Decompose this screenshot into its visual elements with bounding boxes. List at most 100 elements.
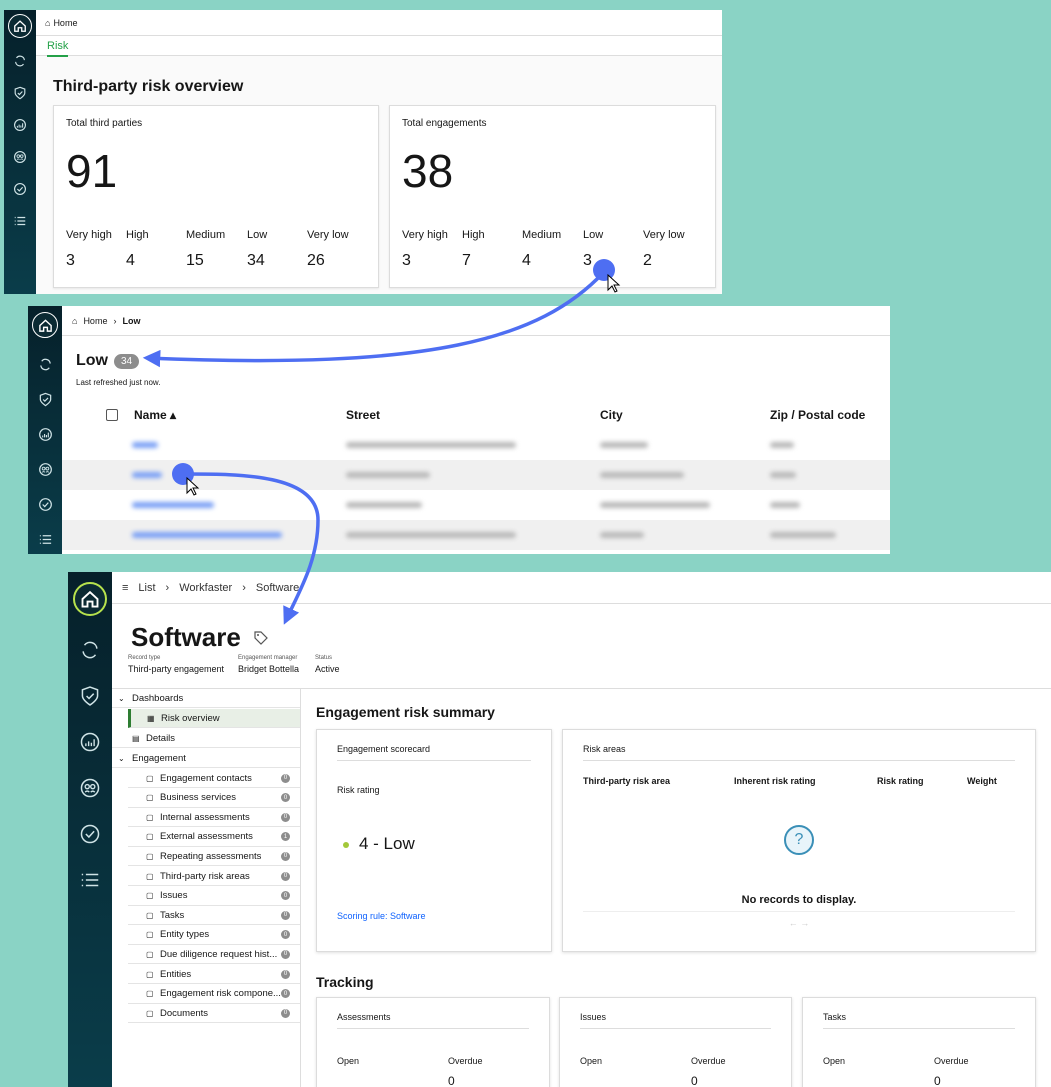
- column-name[interactable]: Name ▴: [134, 408, 176, 422]
- shield-icon[interactable]: [36, 390, 54, 408]
- home-button[interactable]: [32, 312, 58, 338]
- nav-item-details[interactable]: ▤ Details: [112, 729, 300, 748]
- scoring-rule-link[interactable]: Scoring rule: Software: [337, 911, 426, 921]
- open-label: Open: [580, 1056, 603, 1066]
- breadcrumb-list[interactable]: List: [138, 582, 155, 594]
- refresh-icon[interactable]: [11, 52, 29, 70]
- blurred-name[interactable]: [132, 442, 158, 448]
- tracking-tasks-card[interactable]: Tasks Open Overdue 0: [802, 997, 1036, 1087]
- pager-arrows[interactable]: ← →: [563, 918, 1035, 928]
- nav-rail: [4, 10, 36, 294]
- blurred-name[interactable]: [132, 502, 214, 508]
- level-label: Low: [583, 229, 604, 241]
- list-icon[interactable]: [36, 530, 54, 548]
- analytics-icon[interactable]: [36, 425, 54, 443]
- refresh-icon[interactable]: [36, 355, 54, 373]
- table-row[interactable]: [62, 430, 890, 460]
- nav-item-third-party-risk-areas[interactable]: ▢ Third-party risk areas 0: [128, 867, 300, 886]
- nav-item-repeating-assessments[interactable]: ▢ Repeating assessments 0: [128, 847, 300, 867]
- home-button[interactable]: [8, 14, 32, 38]
- shield-icon[interactable]: [11, 84, 29, 102]
- third-party-icon[interactable]: [78, 776, 102, 800]
- nav-label: Internal assessments: [160, 811, 250, 823]
- blurred-name[interactable]: [132, 532, 282, 538]
- nav-item-engagement-contacts[interactable]: ▢ Engagement contacts 0: [128, 769, 300, 788]
- open-label: Open: [823, 1056, 846, 1066]
- breadcrumb-home[interactable]: Home: [53, 18, 77, 28]
- nav-label: Engagement: [132, 752, 186, 764]
- blurred-street: [346, 502, 422, 508]
- nav-item-engagement-risk-compone[interactable]: ▢ Engagement risk compone... 0: [128, 985, 300, 1004]
- nav-item-internal-assessments[interactable]: ▢ Internal assessments 0: [128, 808, 300, 828]
- table-row[interactable]: [62, 460, 890, 490]
- nav-item-tasks[interactable]: ▢ Tasks 0: [128, 906, 300, 926]
- meta-value[interactable]: Bridget Bottella: [238, 664, 299, 674]
- list-icon[interactable]: [78, 868, 102, 892]
- column-zip[interactable]: Zip / Postal code: [770, 408, 865, 422]
- column-city[interactable]: City: [600, 408, 623, 422]
- nav-group-engagement[interactable]: ⌄ Engagement: [112, 749, 300, 768]
- level-value[interactable]: 3: [66, 252, 75, 270]
- level-label: Very high: [66, 229, 112, 241]
- list-small-icon: ≡: [122, 581, 129, 594]
- level-value[interactable]: 4: [522, 252, 531, 270]
- blurred-zip: [770, 472, 796, 478]
- total-third-parties-card[interactable]: Total third parties 91 Very high High Me…: [53, 105, 379, 288]
- breadcrumb-workfaster[interactable]: Workfaster: [179, 582, 232, 594]
- table-row[interactable]: [62, 490, 890, 520]
- nav-item-due-diligence-request-hist[interactable]: ▢ Due diligence request hist... 0: [128, 945, 300, 965]
- checkmark-icon[interactable]: [36, 495, 54, 513]
- list-icon[interactable]: [11, 212, 29, 230]
- nav-item-issues[interactable]: ▢ Issues 0: [128, 887, 300, 906]
- home-button[interactable]: [73, 582, 107, 616]
- nav-item-external-assessments[interactable]: ▢ External assessments 1: [128, 828, 300, 847]
- analytics-icon[interactable]: [11, 116, 29, 134]
- nav-item-entities[interactable]: ▢ Entities 0: [128, 965, 300, 984]
- meta-key: Engagement manager: [238, 655, 298, 661]
- third-party-icon[interactable]: [36, 460, 54, 478]
- column-weight[interactable]: Weight: [967, 776, 997, 786]
- level-value[interactable]: 2: [643, 252, 652, 270]
- overdue-value[interactable]: 0: [448, 1074, 455, 1087]
- overdue-value[interactable]: 0: [934, 1074, 941, 1087]
- checkmark-icon[interactable]: [78, 822, 102, 846]
- home-small-icon: ⌂: [72, 315, 78, 326]
- select-all-checkbox[interactable]: [106, 409, 118, 421]
- nav-item-entity-types[interactable]: ▢ Entity types 0: [128, 926, 300, 945]
- blurred-name[interactable]: [132, 472, 162, 478]
- nav-label: Risk overview: [161, 712, 220, 724]
- nav-item-business-services[interactable]: ▢ Business services 0: [128, 789, 300, 808]
- nav-item-documents[interactable]: ▢ Documents 0: [128, 1004, 300, 1024]
- shield-icon[interactable]: [78, 684, 102, 708]
- level-value[interactable]: 7: [462, 252, 471, 270]
- table-row[interactable]: [62, 520, 890, 550]
- refresh-icon[interactable]: [78, 638, 102, 662]
- level-value[interactable]: 15: [186, 252, 204, 270]
- column-street[interactable]: Street: [346, 408, 380, 422]
- nav-label: Engagement contacts: [160, 772, 252, 784]
- help-icon: ?: [784, 825, 814, 855]
- level-value[interactable]: 34: [247, 252, 265, 270]
- level-value[interactable]: 26: [307, 252, 325, 270]
- breadcrumb-home[interactable]: Home: [83, 316, 107, 326]
- nav-item-risk-overview[interactable]: ▦ Risk overview: [128, 709, 300, 728]
- column-risk-rating[interactable]: Risk rating: [877, 776, 924, 786]
- nav-label: Dashboards: [132, 692, 184, 704]
- column-risk-area[interactable]: Third-party risk area: [583, 776, 670, 786]
- tag-icon[interactable]: [253, 630, 269, 646]
- tracking-issues-card[interactable]: Issues Open Overdue 0: [559, 997, 792, 1087]
- third-party-icon[interactable]: [11, 148, 29, 166]
- level-value[interactable]: 3: [402, 252, 411, 270]
- tab-risk[interactable]: Risk: [47, 40, 69, 57]
- tracking-assessments-card[interactable]: Assessments Open Overdue 0: [316, 997, 550, 1087]
- nav-group-dashboards[interactable]: ⌄ Dashboards: [112, 689, 300, 708]
- level-value[interactable]: 4: [126, 252, 135, 270]
- total-engagements-card[interactable]: Total engagements 38 Very high High Medi…: [389, 105, 716, 288]
- chevron-right-icon: ›: [165, 581, 170, 594]
- level-value[interactable]: 3: [583, 252, 592, 270]
- analytics-icon[interactable]: [78, 730, 102, 754]
- column-inherent-risk[interactable]: Inherent risk rating: [734, 776, 816, 786]
- table-divider: [583, 911, 1015, 912]
- overdue-value[interactable]: 0: [691, 1074, 698, 1087]
- checkmark-icon[interactable]: [11, 180, 29, 198]
